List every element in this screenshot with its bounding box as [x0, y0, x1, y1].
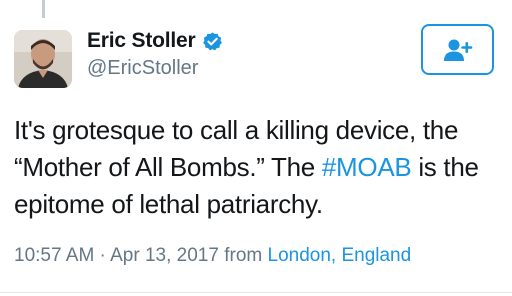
from-label: from: [218, 245, 268, 266]
divider: [0, 292, 512, 293]
tweet-time[interactable]: 10:57 AM: [14, 245, 94, 266]
tweet-date[interactable]: Apr 13, 2017: [110, 245, 219, 266]
author-display-name[interactable]: Eric Stoller: [87, 29, 196, 53]
user-photo-icon: [14, 30, 72, 88]
tweet-text-line: “Mother of All Bombs.” The #MOAB is the: [14, 149, 504, 186]
add-user-icon: [443, 39, 472, 61]
tweet-metadata: 10:57 AM · Apr 13, 2017 from London, Eng…: [14, 245, 411, 267]
author-handle[interactable]: @EricStoller: [87, 57, 198, 80]
avatar[interactable]: [14, 30, 72, 88]
verified-badge-icon: [202, 31, 223, 52]
follow-button[interactable]: [421, 24, 494, 75]
tweet-text-segment: is the: [411, 152, 479, 182]
tweet-text-segment: “Mother of All Bombs.” The: [14, 152, 322, 182]
author-name-row: Eric Stoller: [87, 29, 223, 53]
hashtag-link[interactable]: #MOAB: [322, 152, 412, 182]
tweet-text-line: It's grotesque to call a killing device,…: [14, 115, 459, 145]
thread-connector-line: [42, 0, 45, 18]
location-link[interactable]: London, England: [268, 245, 412, 266]
meta-separator: ·: [94, 245, 111, 266]
tweet-text-line: epitome of lethal patriarchy.: [14, 189, 323, 219]
tweet-text: It's grotesque to call a killing device,…: [14, 112, 504, 223]
